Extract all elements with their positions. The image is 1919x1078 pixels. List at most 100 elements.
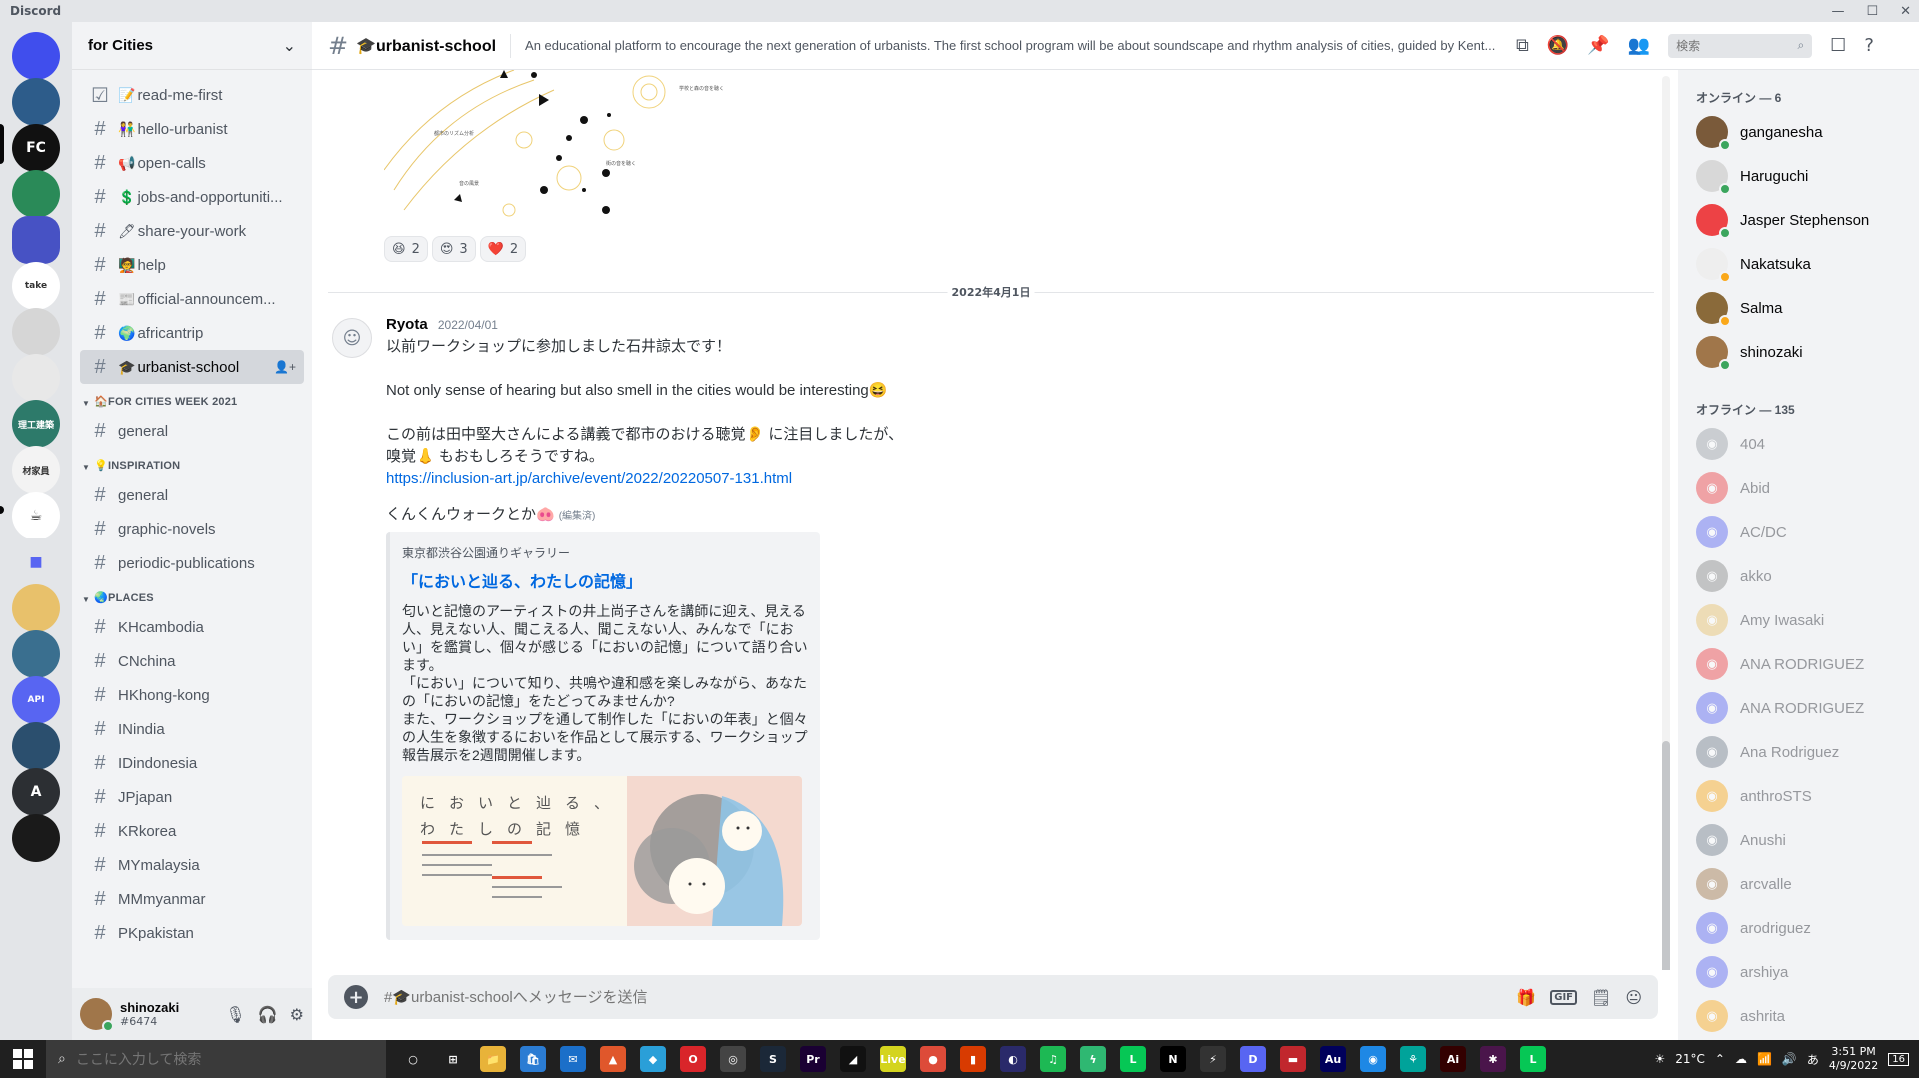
taskbar-app-icon[interactable]: ✱ — [1480, 1046, 1506, 1072]
embed-provider[interactable]: 東京都渋谷公園通りギャラリー — [402, 542, 808, 564]
server-icon[interactable]: take — [12, 262, 60, 310]
help-icon[interactable]: ? — [1864, 35, 1874, 56]
server-icon[interactable] — [12, 216, 60, 264]
chat-scrollbar[interactable] — [1662, 76, 1670, 970]
taskbar-app-icon[interactable]: L — [1520, 1046, 1546, 1072]
member-item[interactable]: Jasper Stephenson — [1678, 198, 1919, 242]
server-icon[interactable] — [12, 308, 60, 356]
member-item[interactable]: ◉ Anushi — [1678, 818, 1919, 862]
taskbar-app-icon[interactable]: ◉ — [1360, 1046, 1386, 1072]
server-icon[interactable] — [12, 630, 60, 678]
channel-item[interactable]: # 💲 jobs-and-opportuniti... — [80, 180, 304, 214]
taskbar-app-icon[interactable]: ▬ — [1280, 1046, 1306, 1072]
embed-image[interactable]: においと辿る、わたしの記憶 — [402, 776, 802, 926]
member-item[interactable]: ◉ arcvalle — [1678, 862, 1919, 906]
channel-item[interactable]: # IDindonesia — [80, 746, 304, 780]
member-item[interactable]: ◉ 404 — [1678, 422, 1919, 466]
message-link[interactable]: https://inclusion-art.jp/archive/event/2… — [386, 470, 792, 487]
start-button[interactable] — [0, 1040, 46, 1078]
channel-category[interactable]: ▼ 🌏 PLACES — [80, 580, 304, 610]
mute-bell-icon[interactable]: 🔕 — [1547, 35, 1569, 56]
member-item[interactable]: ◉ anthroSTS — [1678, 774, 1919, 818]
channel-item[interactable]: # 📢 open-calls — [80, 146, 304, 180]
taskbar-app-icon[interactable]: L — [1120, 1046, 1146, 1072]
sticker-icon[interactable]: 🗒 — [1591, 988, 1611, 1007]
member-item[interactable]: ◉ ashrita — [1678, 994, 1919, 1038]
taskbar-app-icon[interactable]: Pr — [800, 1046, 826, 1072]
tray-chevron-icon[interactable]: ⌃ — [1715, 1052, 1725, 1066]
channel-item[interactable]: # KRkorea — [80, 814, 304, 848]
member-item[interactable]: ◉ Amy Iwasaki — [1678, 598, 1919, 642]
reaction-button[interactable]: ❤️ 2 — [479, 236, 527, 262]
pin-icon[interactable]: 📌 — [1587, 35, 1609, 56]
member-item[interactable]: ◉ arshiya — [1678, 950, 1919, 994]
taskbar-app-icon[interactable]: Live — [880, 1046, 906, 1072]
taskbar-app-icon[interactable]: ▲ — [600, 1046, 626, 1072]
settings-gear-icon[interactable]: ⚙ — [290, 1005, 304, 1024]
previous-message-image[interactable]: 学校と森の音を聴く 都市のリズム分析 音の風景 街の音を聴く — [383, 70, 774, 230]
invite-user-icon[interactable]: 👤+ — [274, 360, 296, 374]
taskbar-app-icon[interactable]: ♫ — [1040, 1046, 1066, 1072]
taskbar-app-icon[interactable]: N — [1160, 1046, 1186, 1072]
channel-item[interactable]: # general — [80, 414, 304, 448]
message-author[interactable]: Ryota — [386, 316, 428, 333]
ime-indicator[interactable]: あ — [1807, 1051, 1819, 1068]
server-icon[interactable]: 材家員 — [12, 446, 60, 494]
server-icon[interactable] — [12, 722, 60, 770]
server-icon[interactable]: FC — [12, 124, 60, 172]
taskbar-app-icon[interactable]: ✉ — [560, 1046, 586, 1072]
reaction-button[interactable]: 😍 3 — [431, 236, 476, 262]
channel-item[interactable]: # MMmyanmar — [80, 882, 304, 916]
channel-item[interactable]: # KHcambodia — [80, 610, 304, 644]
channel-item[interactable]: # HKhong-kong — [80, 678, 304, 712]
close-icon[interactable]: ✕ — [1900, 4, 1911, 19]
channel-item[interactable]: ☑ 📝 read-me-first — [80, 78, 304, 112]
member-item[interactable]: ◉ Ana Rodriguez — [1678, 730, 1919, 774]
member-list-icon[interactable]: 👥 — [1628, 35, 1650, 56]
server-icon[interactable]: ☕ — [12, 492, 60, 540]
server-icon[interactable]: ■ — [12, 538, 60, 586]
channel-item[interactable]: # 🎓 urbanist-school 👤+ — [80, 350, 304, 384]
reaction-button[interactable]: 😆 2 — [384, 236, 428, 262]
taskbar-app-icon[interactable]: ● — [920, 1046, 946, 1072]
channel-category[interactable]: ▼ 🏠 FOR CITIES WEEK 2021 — [80, 384, 304, 414]
taskbar-app-icon[interactable]: ⚡ — [1200, 1046, 1226, 1072]
taskbar-app-icon[interactable]: ϟ — [1080, 1046, 1106, 1072]
server-icon[interactable] — [12, 584, 60, 632]
inbox-icon[interactable]: ☐ — [1830, 35, 1846, 56]
taskbar-app-icon[interactable]: O — [680, 1046, 706, 1072]
taskbar-app-icon[interactable]: ◎ — [720, 1046, 746, 1072]
channel-topic[interactable]: An educational platform to encourage the… — [525, 38, 1500, 53]
taskbar-app-icon[interactable]: Au — [1320, 1046, 1346, 1072]
member-item[interactable]: ◉ AC/DC — [1678, 510, 1919, 554]
cloud-icon[interactable]: ☁ — [1735, 1052, 1747, 1066]
taskbar-app-icon[interactable]: ▮ — [960, 1046, 986, 1072]
discord-home-icon[interactable] — [12, 32, 60, 80]
volume-icon[interactable]: 🔊 — [1782, 1052, 1797, 1066]
channel-item[interactable]: # PKpakistan — [80, 916, 304, 950]
wifi-icon[interactable]: 📶 — [1757, 1052, 1772, 1066]
server-icon[interactable] — [12, 170, 60, 218]
channel-item[interactable]: # general — [80, 478, 304, 512]
server-icon[interactable] — [12, 78, 60, 126]
channel-item[interactable]: # 🌍 africantrip — [80, 316, 304, 350]
headphones-icon[interactable]: 🎧 — [258, 1005, 278, 1024]
member-item[interactable]: ◉ ANA RODRIGUEZ — [1678, 686, 1919, 730]
server-icon[interactable] — [12, 354, 60, 402]
embed-title[interactable]: 「においと辿る、わたしの記憶」 — [402, 572, 808, 594]
channel-item[interactable]: # graphic-novels — [80, 512, 304, 546]
channel-item[interactable]: # 🧑‍🏫 help — [80, 248, 304, 282]
emoji-icon[interactable]: 😐 — [1625, 988, 1642, 1007]
channel-item[interactable]: # MYmalaysia — [80, 848, 304, 882]
taskbar-app-icon[interactable]: ◆ — [640, 1046, 666, 1072]
weather-temp[interactable]: 21°C — [1675, 1052, 1705, 1066]
gift-icon[interactable]: 🎁 — [1516, 988, 1536, 1007]
search-box[interactable]: ⌕ — [1668, 33, 1813, 58]
member-item[interactable]: Haruguchi — [1678, 154, 1919, 198]
member-item[interactable]: ganganesha — [1678, 110, 1919, 154]
attach-plus-icon[interactable]: + — [344, 985, 368, 1009]
member-item[interactable]: ◉ Abid — [1678, 466, 1919, 510]
member-item[interactable]: shinozaki — [1678, 330, 1919, 374]
microphone-icon[interactable]: 🎙 — [225, 1005, 245, 1024]
clock[interactable]: 3:51 PM 4/9/2022 — [1829, 1045, 1878, 1073]
